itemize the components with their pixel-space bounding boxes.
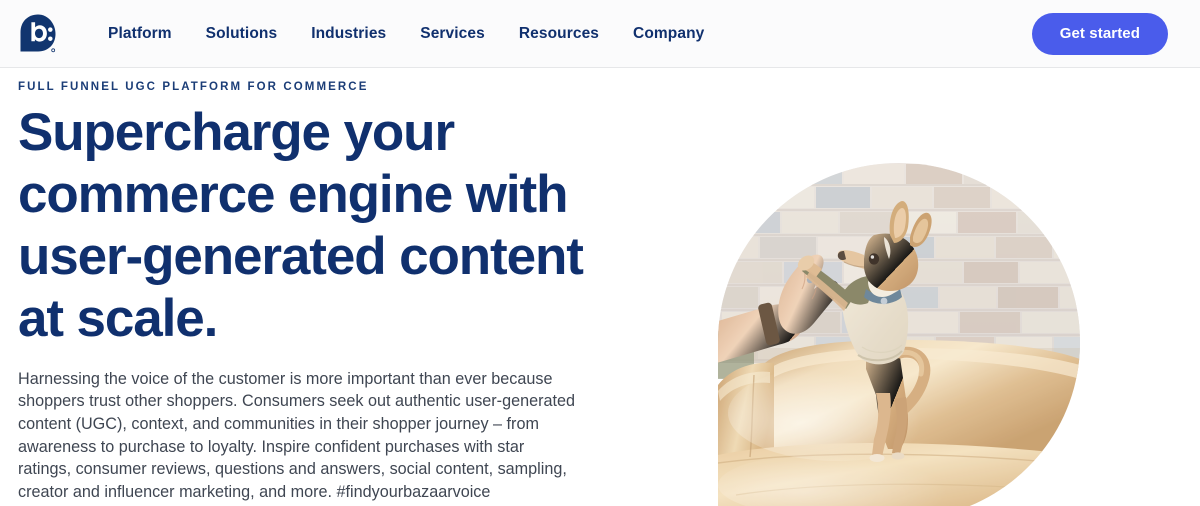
nav-link-industries[interactable]: Industries [294,15,403,53]
page-title: Supercharge your commerce engine with us… [18,102,584,348]
nav-item-resources: Resources [502,15,616,53]
hero-image-svg [718,163,1080,506]
hero-section: FULL FUNNEL UGC PLATFORM FOR COMMERCE Su… [0,68,1200,506]
hero-eyebrow: FULL FUNNEL UGC PLATFORM FOR COMMERCE [18,81,369,93]
nav-link-list: Platform Solutions Industries Services R… [91,15,721,53]
nav-item-solutions: Solutions [189,15,295,53]
nav-item-platform: Platform [91,15,189,53]
hero-description: Harnessing the voice of the customer is … [18,369,575,501]
nav-item-industries: Industries [294,15,403,53]
hero-photo-speech-bubble [718,163,1080,506]
nav-link-platform[interactable]: Platform [91,15,189,53]
nav-link-resources[interactable]: Resources [502,15,616,53]
site-header: Platform Solutions Industries Services R… [0,0,1200,68]
primary-navigation: Platform Solutions Industries Services R… [91,15,721,53]
hero-copy: FULL FUNNEL UGC PLATFORM FOR COMMERCE Su… [18,81,602,503]
nav-link-services[interactable]: Services [403,15,502,53]
nav-item-company: Company [616,15,721,53]
nav-item-services: Services [403,15,502,53]
bazaarvoice-b-colon-logo [19,13,57,55]
get-started-button[interactable]: Get started [1031,12,1168,55]
site-logo[interactable] [18,12,58,56]
nav-link-solutions[interactable]: Solutions [189,15,295,53]
nav-link-company[interactable]: Company [616,15,721,53]
header-actions: Get started [1031,12,1200,55]
